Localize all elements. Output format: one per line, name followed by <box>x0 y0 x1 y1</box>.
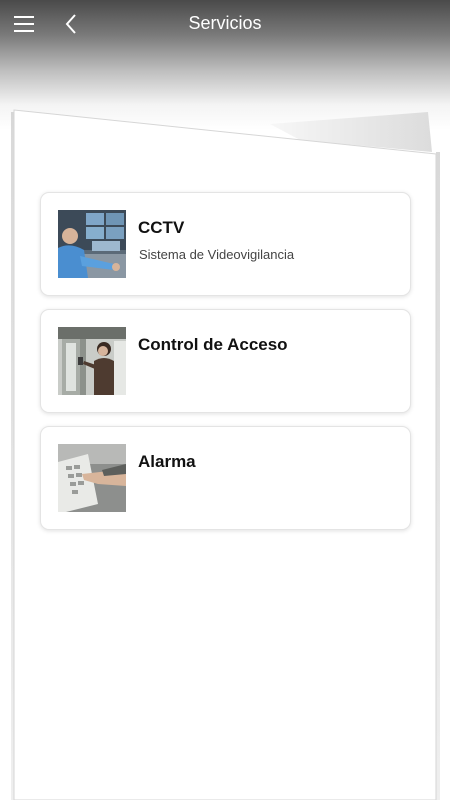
services-list: CCTV Sistema de Videovigilancia Control … <box>40 192 411 543</box>
service-title: Alarma <box>138 452 196 471</box>
page-title: Servicios <box>188 13 262 33</box>
cctv-operator-monitors-photo <box>58 210 126 278</box>
service-card-alarm[interactable]: Alarma <box>40 426 411 530</box>
access-control-door-photo <box>58 327 126 395</box>
service-card-cctv[interactable]: CCTV Sistema de Videovigilancia <box>40 192 411 296</box>
alarm-keypad-photo <box>58 444 126 512</box>
service-title: Control de Acceso <box>138 335 288 354</box>
service-card-access-control[interactable]: Control de Acceso <box>40 309 411 413</box>
service-subtitle: Sistema de Videovigilancia <box>139 247 295 262</box>
service-title: CCTV <box>138 218 185 237</box>
app-header: Servicios <box>0 0 450 50</box>
